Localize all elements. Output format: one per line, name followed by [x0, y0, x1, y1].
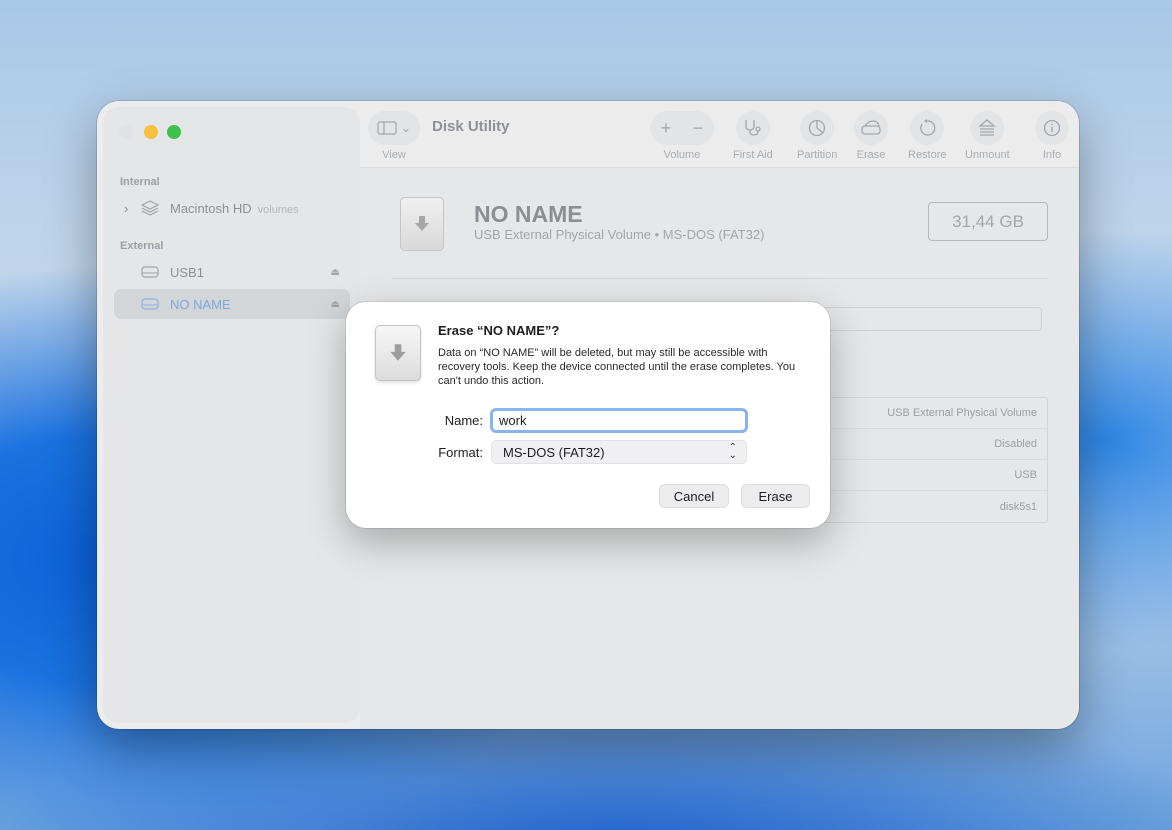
erase-confirm-button[interactable]: Erase — [741, 484, 810, 508]
erase-dialog: Erase “NO NAME”? Data on “NO NAME” will … — [346, 302, 830, 528]
download-arrow-icon — [415, 216, 429, 231]
format-select-value: MS-DOS (FAT32) — [503, 444, 605, 460]
cancel-button[interactable]: Cancel — [659, 484, 729, 508]
volume-description: USB External Physical Volume • MS-DOS (F… — [474, 227, 765, 242]
external-drive-icon — [141, 298, 159, 310]
volume-capacity: 31,44 GB — [928, 202, 1048, 241]
unmount-label: Unmount — [965, 149, 1010, 161]
sidebar-item-no-name[interactable]: NO NAME ⏏ — [114, 289, 350, 319]
sidebar-item-label: USB1 — [170, 264, 204, 280]
layers-icon — [141, 200, 159, 216]
sidebar-section-internal: Internal — [120, 176, 160, 188]
volume-label: Volume — [663, 149, 701, 161]
volume-info-table: USB External Physical Volume Disabled US… — [822, 397, 1048, 523]
info-label: Info — [1042, 149, 1062, 161]
sidebar-toggle-icon — [377, 121, 397, 135]
sidebar-item-label: NO NAME — [170, 296, 231, 312]
sidebar-item-usb1[interactable]: USB1 ⏏ — [114, 257, 350, 287]
info-row-owners: Disabled — [823, 429, 1047, 460]
info-icon — [1043, 119, 1061, 137]
remove-volume-icon[interactable]: − — [693, 118, 704, 139]
sidebar-section-external: External — [120, 240, 164, 252]
close-window-button[interactable] — [119, 125, 133, 139]
format-select[interactable]: MS-DOS (FAT32) ⌃ ⌄ — [491, 440, 747, 464]
partition-button[interactable]: Partition — [797, 111, 837, 161]
view-button[interactable]: ⌄ View — [368, 111, 420, 161]
info-row-connection: USB — [823, 460, 1047, 491]
info-row-type: USB External Physical Volume — [823, 398, 1047, 429]
first-aid-label: First Aid — [733, 149, 773, 161]
sidebar-item-label: Macintosh HD — [170, 200, 252, 216]
first-aid-button[interactable]: First Aid — [733, 111, 773, 161]
format-field-label: Format: — [438, 445, 483, 460]
zoom-window-button[interactable] — [167, 125, 181, 139]
eject-icon[interactable]: ⏏ — [331, 267, 340, 278]
info-row-device: disk5s1 — [999, 500, 1037, 513]
volume-name: NO NAME — [474, 201, 583, 227]
unmount-icon — [978, 119, 997, 136]
eject-icon[interactable]: ⏏ — [331, 299, 340, 310]
partition-pie-icon — [809, 119, 826, 137]
name-input[interactable] — [490, 408, 748, 433]
add-volume-icon[interactable]: + — [661, 118, 672, 139]
view-label: View — [382, 149, 406, 161]
erase-drive-icon — [861, 120, 881, 135]
sidebar-item-sublabel: volumes — [257, 203, 299, 216]
minimize-window-button[interactable] — [144, 125, 158, 139]
window-title: Disk Utility — [432, 118, 510, 135]
volume-disk-icon — [400, 197, 444, 251]
up-down-chevron-icon: ⌃ ⌄ — [728, 442, 737, 461]
volume-button-group: + − Volume — [650, 111, 714, 161]
info-button[interactable]: Info — [1035, 111, 1069, 161]
chevron-down-icon: ⌄ — [400, 121, 412, 135]
external-drive-icon — [141, 266, 159, 278]
dialog-message: Data on “NO NAME” will be deleted, but m… — [438, 347, 796, 387]
partition-label: Partition — [797, 149, 838, 161]
sidebar-item-macintosh-hd[interactable]: › Macintosh HD volumes — [114, 193, 350, 223]
usage-bar — [822, 307, 1042, 331]
erase-label: Erase — [856, 149, 886, 161]
toolbar: ⌄ View Disk Utility + − Volume First Aid — [360, 101, 1079, 167]
stethoscope-icon — [745, 120, 761, 136]
erase-button[interactable]: Erase — [854, 111, 888, 161]
download-arrow-icon — [390, 344, 406, 361]
divider — [392, 278, 1048, 279]
sidebar: Internal › Macintosh HD volumes External … — [103, 107, 360, 723]
restore-button[interactable]: Restore — [908, 111, 947, 161]
restore-icon — [920, 119, 936, 136]
unmount-button[interactable]: Unmount — [965, 111, 1010, 161]
volume-disk-icon — [375, 325, 421, 381]
restore-label: Restore — [908, 149, 947, 161]
name-field-label: Name: — [444, 413, 483, 428]
dialog-title: Erase “NO NAME”? — [438, 323, 560, 338]
disclosure-chevron-icon[interactable]: › — [124, 201, 128, 216]
